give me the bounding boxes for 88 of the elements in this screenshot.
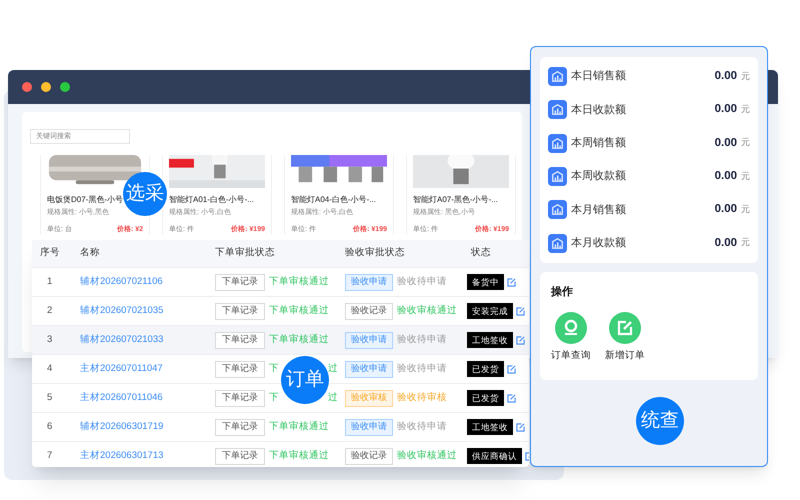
building-chart-icon [548, 134, 567, 153]
status-tag: 工地签收 [467, 419, 513, 435]
column-header: 验收审批状态 [344, 246, 406, 260]
acceptance-status: 验收待审核 [397, 390, 447, 405]
acceptance-status: 验收待申请 [397, 420, 447, 434]
table-row[interactable]: 2 辅材202607021035 下单记录 下单审核通过 验收记录 验收审核通过 安装完成 [32, 296, 529, 325]
stat-label: 本日收款额 [571, 102, 627, 118]
table-cell: 5 [47, 392, 52, 403]
order-record-button[interactable]: 下单记录 [215, 302, 265, 320]
order-record-button[interactable]: 下单记录 [215, 390, 265, 406]
edit-icon[interactable] [516, 336, 525, 344]
table-cell: 7 [47, 450, 52, 461]
stat-unit: 元 [741, 203, 750, 216]
column-header: 下单审批状态 [214, 246, 276, 260]
status-tag: 已发货 [467, 390, 504, 406]
stat-value: 0.00 [714, 236, 737, 250]
edit-icon[interactable] [516, 422, 525, 432]
table-cell: 3 [47, 334, 52, 345]
acceptance-status: 验收审核通过 [397, 304, 457, 318]
column-header: 状态 [470, 246, 492, 260]
stat-unit: 元 [741, 103, 750, 116]
stat-label: 本月销售额 [571, 202, 627, 218]
building-chart-icon [548, 100, 567, 120]
building-chart-icon [548, 200, 567, 220]
status-tag: 备货中 [467, 274, 504, 290]
table-cell: 6 [47, 420, 52, 432]
stat-label: 本周销售额 [571, 136, 627, 151]
stat-label: 本周收款额 [571, 168, 627, 184]
edit-icon[interactable] [609, 312, 641, 344]
acceptance-button[interactable]: 验收记录 [345, 448, 393, 464]
order-record-button[interactable]: 下单记录 [215, 418, 265, 436]
stat-value: 0.00 [714, 69, 737, 84]
stat-unit: 元 [741, 70, 750, 83]
acceptance-status: 验收待申请 [397, 362, 447, 376]
table-row[interactable]: 1 辅材202607021106 下单记录 下单审核通过 验收申请 验收待申请 备货中 [32, 267, 529, 296]
status-tag: 工地签收 [467, 332, 513, 348]
acceptance-status: 验收审核通过 [397, 448, 457, 463]
stat-value: 0.00 [714, 102, 737, 118]
building-chart-icon [548, 167, 567, 186]
status-tag: 已发货 [467, 361, 504, 377]
column-header: 名称 [79, 246, 101, 260]
stat-unit: 元 [741, 236, 750, 250]
product-title: 智能灯A01-白色-小号-... [169, 194, 255, 205]
order-status-end: 过 [328, 390, 338, 405]
product-title: 智能灯A07-黑色-小号-... [413, 194, 499, 205]
stat-unit: 元 [741, 136, 750, 150]
table-cell: 4 [47, 362, 52, 374]
section-title: 操作 [551, 284, 574, 300]
order-status: 下单审核通过 [269, 304, 329, 318]
order-status: 下单审核通过 [269, 274, 329, 289]
stat-value: 0.00 [714, 168, 737, 184]
column-header: 序号 [39, 246, 61, 260]
action-label[interactable]: 订单查询 [551, 349, 591, 364]
order-record-button[interactable]: 下单记录 [215, 332, 265, 348]
product-title: 智能灯A04-白色-小号-... [291, 194, 377, 205]
stat-value: 0.00 [714, 202, 737, 218]
edit-icon[interactable] [507, 394, 516, 402]
action-label[interactable]: 新增订单 [605, 349, 645, 364]
order-status: 下单审核通过 [269, 420, 329, 434]
building-chart-icon [548, 234, 567, 253]
order-status: 下 [269, 362, 279, 376]
table-cell: 2 [47, 304, 52, 316]
building-chart-icon [548, 67, 567, 86]
edit-icon[interactable] [507, 364, 516, 374]
stat-value: 0.00 [714, 136, 737, 151]
stat-label: 本月收款额 [571, 236, 627, 251]
order-record-button[interactable]: 下单记录 [215, 448, 265, 464]
edit-icon[interactable] [516, 306, 525, 316]
edit-icon[interactable] [507, 278, 516, 286]
acceptance-status: 验收待申请 [397, 332, 447, 347]
search-icon[interactable] [555, 312, 587, 344]
table-row[interactable]: 6 辅材202606301719 下单记录 下单审核通过 验收申请 验收待申请 工地签收 [32, 412, 529, 441]
order-record-button[interactable]: 下单记录 [215, 274, 265, 290]
table-cell: 1 [47, 276, 52, 287]
table-row[interactable]: 7 主材202606301713 下单记录 下单审核通过 验收记录 验收审核通过 供应商确认 [32, 441, 529, 467]
order-record-button[interactable]: 下单记录 [215, 360, 265, 378]
status-tag: 供应商确认 [467, 448, 522, 464]
status-tag: 安装完成 [467, 303, 513, 319]
table-row[interactable]: 3 辅材202607021033 下单记录 下单审核通过 验收申请 验收待申请 工地签收 [32, 325, 529, 354]
acceptance-button[interactable]: 验收记录 [345, 302, 393, 320]
acceptance-status: 验收待申请 [397, 274, 447, 289]
stat-label: 本日销售额 [571, 68, 627, 84]
order-status-end: 过 [328, 362, 338, 376]
order-status: 下 [269, 390, 279, 405]
product-title: 电饭煲D07-黑色-小号 [47, 194, 124, 205]
order-status: 下单审核通过 [269, 448, 329, 463]
stat-unit: 元 [741, 170, 750, 183]
order-status: 下单审核通过 [269, 332, 329, 347]
